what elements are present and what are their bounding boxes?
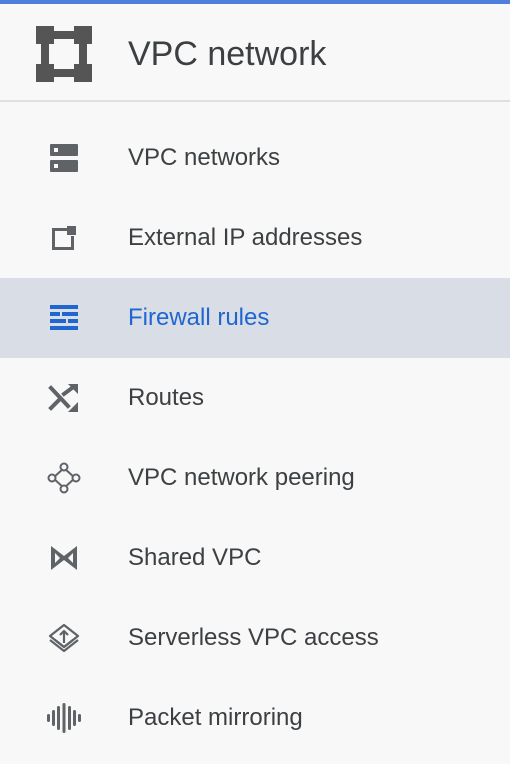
menu-item-firewall-rules[interactable]: Firewall rules xyxy=(0,278,510,358)
menu-item-vpc-network-peering[interactable]: VPC network peering xyxy=(0,438,510,518)
menu-item-routes[interactable]: Routes xyxy=(0,358,510,438)
menu-item-external-ip-addresses[interactable]: External IP addresses xyxy=(0,198,510,278)
menu-item-label: External IP addresses xyxy=(128,224,363,251)
vpc-networks-icon xyxy=(50,144,78,172)
menu-item-label: Firewall rules xyxy=(128,304,270,331)
routes-icon xyxy=(48,384,78,412)
peering-icon xyxy=(47,462,81,494)
menu-item-vpc-networks[interactable]: VPC networks xyxy=(0,118,510,198)
shared-vpc-icon xyxy=(51,546,77,570)
vpc-network-icon xyxy=(36,26,92,82)
external-ip-icon xyxy=(52,226,76,250)
menu-item-label: VPC networks xyxy=(128,144,281,171)
menu-item-label: Routes xyxy=(128,384,205,411)
page-title: VPC network xyxy=(128,35,327,73)
nav-menu: VPC networks External IP addresses Firew… xyxy=(0,118,510,758)
menu-item-label: Packet mirroring xyxy=(128,704,303,731)
header: VPC network xyxy=(0,4,510,102)
menu-item-label: Shared VPC xyxy=(128,544,262,571)
menu-item-label: Serverless VPC access xyxy=(128,624,379,651)
firewall-icon xyxy=(50,305,78,330)
menu-item-packet-mirroring[interactable]: Packet mirroring xyxy=(0,678,510,758)
packet-mirroring-icon xyxy=(47,703,81,733)
serverless-icon xyxy=(48,623,80,653)
menu-item-label: VPC network peering xyxy=(128,464,355,491)
menu-item-serverless-vpc-access[interactable]: Serverless VPC access xyxy=(0,598,510,678)
menu-item-shared-vpc[interactable]: Shared VPC xyxy=(0,518,510,598)
